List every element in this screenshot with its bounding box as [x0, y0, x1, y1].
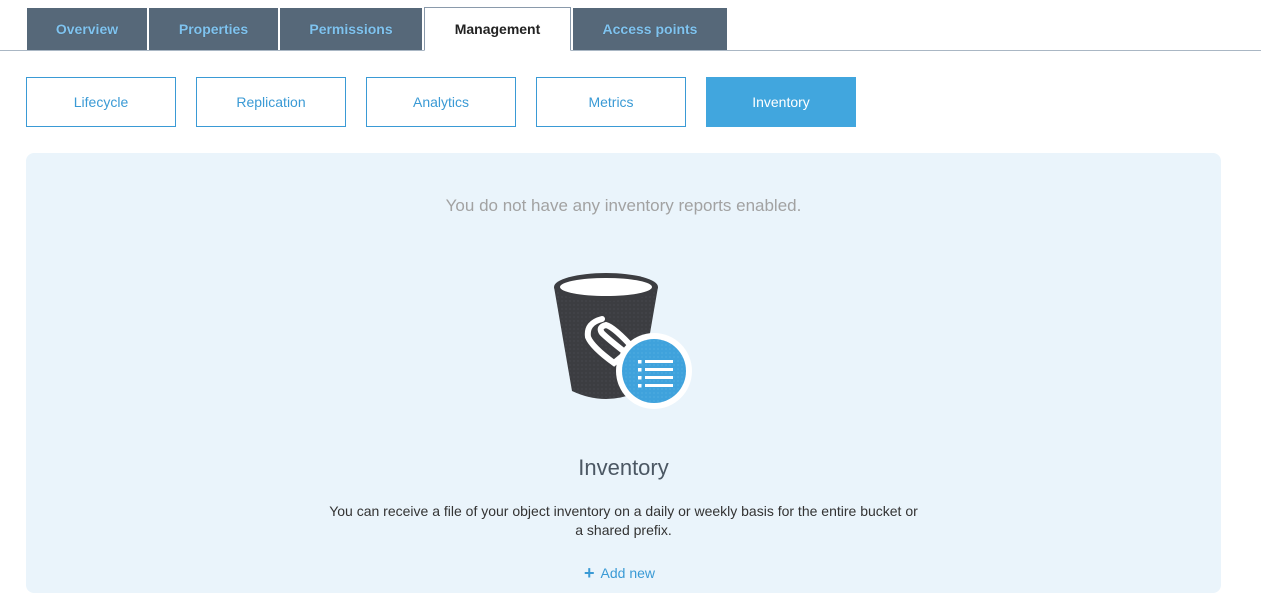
- empty-state-message: You do not have any inventory reports en…: [445, 196, 802, 215]
- bucket-inventory-icon: [552, 267, 692, 409]
- tab-access-points[interactable]: Access points: [573, 8, 727, 50]
- main-tab-bar: Overview Properties Permissions Manageme…: [0, 0, 1261, 51]
- tab-overview[interactable]: Overview: [27, 8, 147, 50]
- subtab-lifecycle[interactable]: Lifecycle: [26, 77, 176, 127]
- add-new-link[interactable]: + Add new: [584, 563, 655, 583]
- subtab-replication[interactable]: Replication: [196, 77, 346, 127]
- empty-state-description: You can receive a file of your object in…: [329, 503, 918, 538]
- plus-icon: +: [584, 563, 595, 583]
- tab-permissions[interactable]: Permissions: [280, 8, 422, 50]
- subtab-analytics[interactable]: Analytics: [366, 77, 516, 127]
- subtab-metrics[interactable]: Metrics: [536, 77, 686, 127]
- tab-properties[interactable]: Properties: [149, 8, 278, 50]
- empty-state-title: Inventory: [578, 455, 669, 480]
- empty-state-panel: You do not have any inventory reports en…: [26, 153, 1221, 593]
- tab-management[interactable]: Management: [424, 7, 571, 51]
- subtab-inventory[interactable]: Inventory: [706, 77, 856, 127]
- add-new-label: Add new: [600, 565, 655, 581]
